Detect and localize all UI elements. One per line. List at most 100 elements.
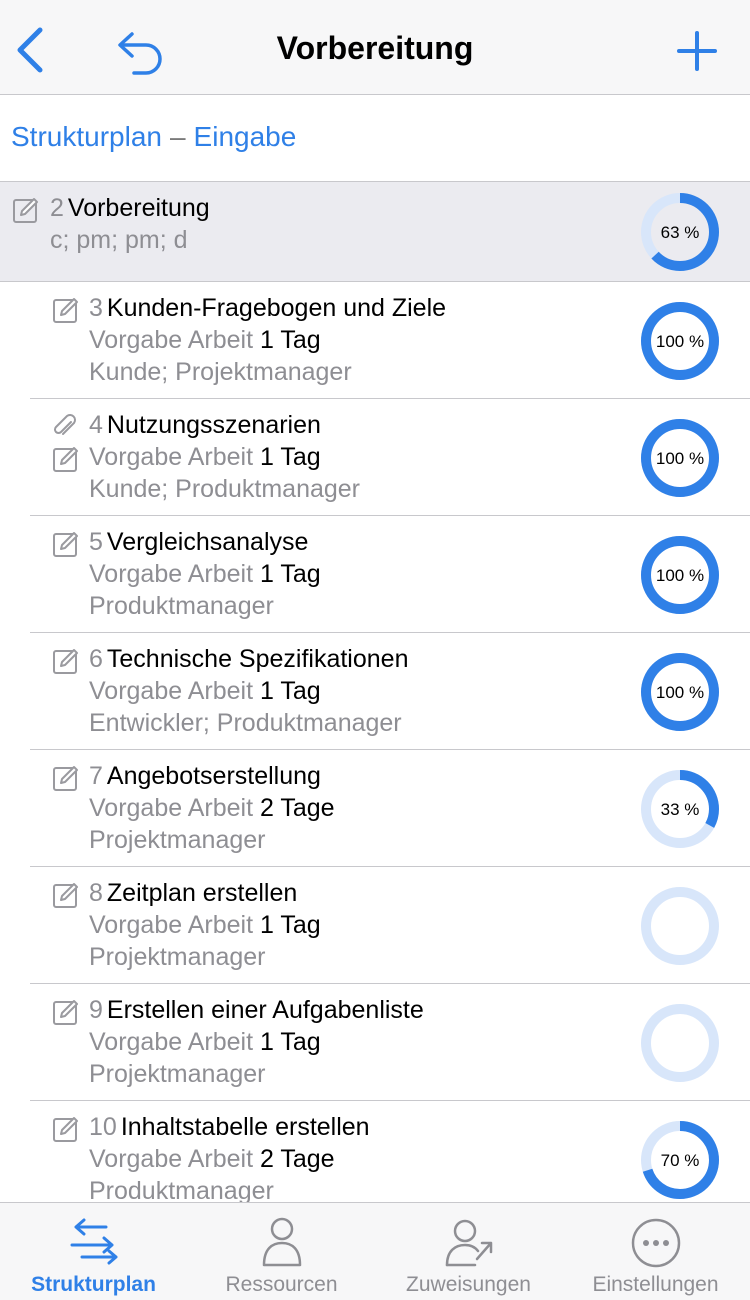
row-icons xyxy=(12,196,42,228)
edit-icon xyxy=(13,198,38,223)
tab-ressourcen[interactable]: Ressourcen xyxy=(188,1203,375,1300)
task-name: Kunden-Fragebogen und Ziele xyxy=(106,294,447,322)
task-resources: Projektmanager xyxy=(89,826,266,854)
task-number: 7 xyxy=(89,762,103,790)
row-icons xyxy=(52,764,82,796)
task-title: 10 Inhaltstabelle erstellen xyxy=(89,1111,370,1143)
task-title: 2 Vorbereitung xyxy=(50,192,210,224)
work-label: Vorgabe Arbeit xyxy=(89,326,254,354)
work-value: 1 Tag xyxy=(259,443,321,471)
work-value: 1 Tag xyxy=(259,560,321,588)
progress-ring: 100 % xyxy=(641,419,719,497)
progress-ring xyxy=(641,1004,719,1082)
progress-label: 100 % xyxy=(656,566,704,585)
task-work: Vorgabe Arbeit 1 Tag xyxy=(89,441,321,473)
task-work: Vorgabe Arbeit 1 Tag xyxy=(89,675,321,707)
add-plus-icon[interactable] xyxy=(672,26,722,76)
task-name: Nutzungsszenarien xyxy=(106,411,321,439)
edit-icon xyxy=(53,1000,78,1025)
edit-icon xyxy=(53,883,78,908)
progress-label: 100 % xyxy=(656,332,704,351)
tab-einstellungen[interactable]: Einstellungen xyxy=(562,1203,749,1300)
task-name: Erstellen einer Aufgabenliste xyxy=(106,996,424,1024)
progress-label: 63 % xyxy=(661,223,700,242)
task-row[interactable]: 10 Inhaltstabelle erstellen Vorgabe Arbei… xyxy=(0,1101,750,1202)
task-row[interactable]: 5 Vergleichsanalyse Vorgabe Arbeit 1 Tag … xyxy=(0,516,750,633)
progress-ring xyxy=(641,887,719,965)
task-title: 5 Vergleichsanalyse xyxy=(89,526,308,558)
task-name: Technische Spezifikationen xyxy=(106,645,409,673)
edit-icon xyxy=(53,532,78,557)
tab-label: Strukturplan xyxy=(31,1273,156,1296)
task-title: 9 Erstellen einer Aufgabenliste xyxy=(89,994,424,1026)
task-number: 9 xyxy=(89,996,103,1024)
breadcrumb-strukturplan-link[interactable]: Strukturplan xyxy=(11,121,162,152)
task-resources: Entwickler; Produktmanager xyxy=(89,709,402,737)
breadcrumb-eingabe-link[interactable]: Eingabe xyxy=(194,121,297,152)
task-resources: Projektmanager xyxy=(89,943,266,971)
edit-icon xyxy=(53,298,78,323)
task-row[interactable]: 6 Technische Spezifikationen Vorgabe Arbe… xyxy=(0,633,750,750)
breadcrumb-text: Strukturplan – Eingabe xyxy=(11,121,296,153)
task-list: 2 Vorbereitung c; pm; pm; d 63 % 3 Kunden-… xyxy=(0,182,750,1202)
tab-bar: Strukturplan Ressourcen Zuweisungen Eins… xyxy=(0,1202,750,1300)
task-number: 2 xyxy=(50,194,64,222)
page-title: Vorbereitung xyxy=(276,30,474,66)
more-icon xyxy=(631,1218,681,1268)
progress-ring: 100 % xyxy=(641,653,719,731)
edit-icon xyxy=(53,649,78,674)
edit-icon xyxy=(53,766,78,791)
progress-ring: 63 % xyxy=(641,193,719,271)
tab-zuweisungen[interactable]: Zuweisungen xyxy=(375,1203,562,1300)
tab-label: Einstellungen xyxy=(592,1273,719,1296)
task-name: Vergleichsanalyse xyxy=(106,528,309,556)
task-row[interactable]: 9 Erstellen einer Aufgabenliste Vorgabe A… xyxy=(0,984,750,1101)
task-number: 5 xyxy=(89,528,103,556)
row-icons xyxy=(52,881,82,913)
task-title: 8 Zeitplan erstellen xyxy=(89,877,297,909)
task-row[interactable]: 3 Kunden-Fragebogen und Ziele Vorgabe Arb… xyxy=(0,282,750,399)
work-value: 1 Tag xyxy=(259,326,321,354)
task-resources: Kunde; Projektmanager xyxy=(89,358,352,386)
row-icons xyxy=(52,647,82,679)
task-resources: c; pm; pm; d xyxy=(50,226,188,254)
tab-strukturplan[interactable]: Strukturplan xyxy=(0,1203,187,1300)
work-label: Vorgabe Arbeit xyxy=(89,911,254,939)
progress-label: 33 % xyxy=(661,800,700,819)
task-name: Angebotserstellung xyxy=(106,762,321,790)
tab-label: Ressourcen xyxy=(225,1273,338,1296)
work-label: Vorgabe Arbeit xyxy=(89,1028,254,1056)
progress-ring: 70 % xyxy=(641,1121,719,1199)
row-icons xyxy=(52,413,82,477)
progress-ring: 100 % xyxy=(641,302,719,380)
progress-label: 100 % xyxy=(656,683,704,702)
row-icons xyxy=(52,296,82,328)
task-row-parent[interactable]: 2 Vorbereitung c; pm; pm; d 63 % xyxy=(0,182,750,282)
row-icons xyxy=(52,530,82,562)
breadcrumb: Strukturplan – Eingabe xyxy=(0,96,750,182)
task-work: Vorgabe Arbeit 1 Tag xyxy=(89,324,321,356)
task-row[interactable]: 4 Nutzungsszenarien Vorgabe Arbeit 1 Tag … xyxy=(0,399,750,516)
task-row[interactable]: 8 Zeitplan erstellen Vorgabe Arbeit 1 Tag… xyxy=(0,867,750,984)
task-resources: Projektmanager xyxy=(89,1060,266,1088)
task-name: Zeitplan erstellen xyxy=(106,879,298,907)
task-work: Vorgabe Arbeit 2 Tage xyxy=(89,1143,335,1175)
row-icons xyxy=(52,1115,82,1147)
work-value: 2 Tage xyxy=(259,794,335,822)
progress-ring: 100 % xyxy=(641,536,719,614)
work-value: 1 Tag xyxy=(259,677,321,705)
task-title: 4 Nutzungsszenarien xyxy=(89,409,321,441)
back-chevron-icon[interactable] xyxy=(10,22,54,78)
progress-label: 70 % xyxy=(661,1151,700,1170)
work-label: Vorgabe Arbeit xyxy=(89,443,254,471)
task-number: 3 xyxy=(89,294,103,322)
person-icon xyxy=(262,1217,302,1267)
breadcrumb-separator: – xyxy=(169,121,186,152)
task-name: Vorbereitung xyxy=(67,194,210,222)
work-label: Vorgabe Arbeit xyxy=(89,794,254,822)
task-row[interactable]: 7 Angebotserstellung Vorgabe Arbeit 2 Tag… xyxy=(0,750,750,867)
task-resources: Kunde; Produktmanager xyxy=(89,475,361,503)
edit-icon xyxy=(53,447,78,472)
task-title: 6 Technische Spezifikationen xyxy=(89,643,408,675)
task-title: 3 Kunden-Fragebogen und Ziele xyxy=(89,292,446,324)
